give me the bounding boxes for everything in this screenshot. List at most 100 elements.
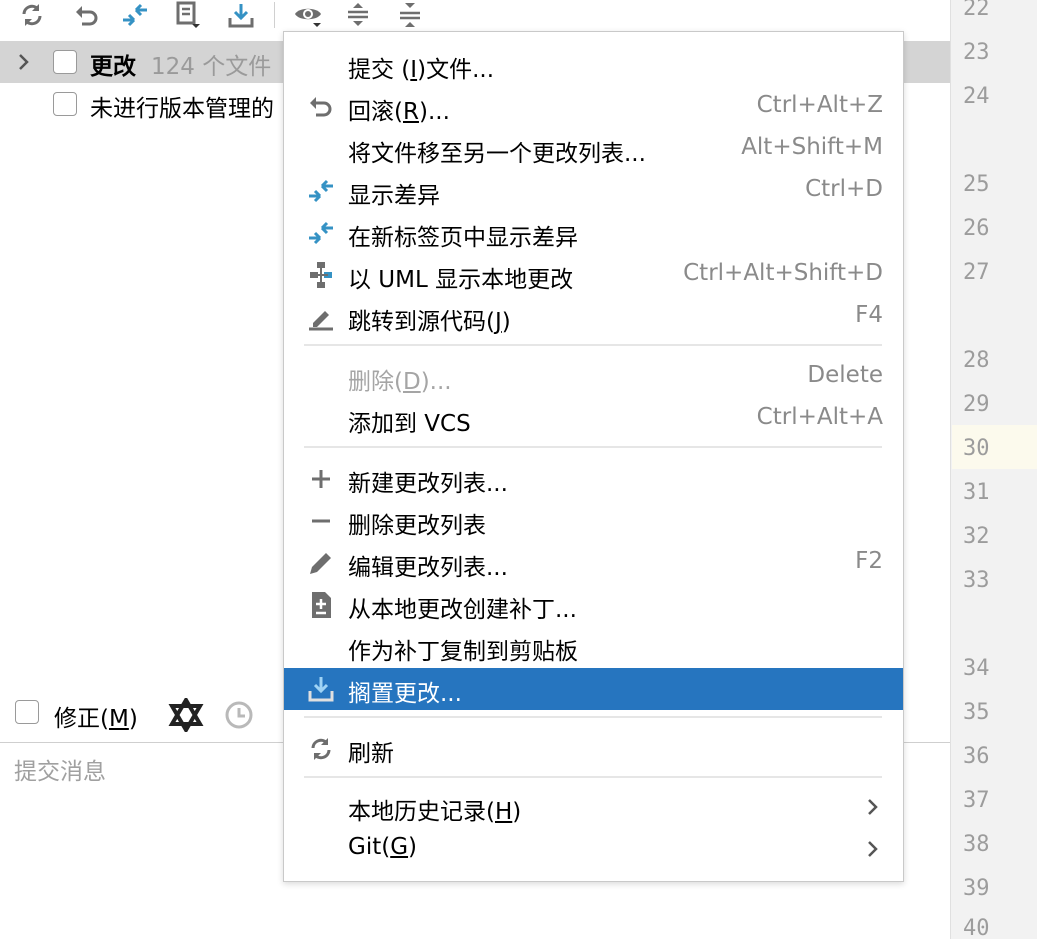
label-suffix: )文件... [417, 57, 494, 83]
label-prefix: 删除( [348, 369, 403, 395]
refresh-icon[interactable] [16, 0, 48, 30]
show-diff-icon[interactable] [119, 0, 151, 30]
menu-item-show-diff[interactable]: 显示差异 Ctrl+D [284, 170, 903, 212]
menu-item-delete[interactable]: 删除(D)... Delete [284, 356, 903, 398]
menu-separator [304, 446, 882, 448]
menu-item-git[interactable]: Git(G) [284, 828, 903, 870]
shelve-icon[interactable] [225, 0, 257, 30]
menu-item-shortcut: Ctrl+Alt+A [756, 404, 883, 430]
menu-item-uml[interactable]: 以 UML 显示本地更改 Ctrl+Alt+Shift+D [284, 254, 903, 296]
menu-separator [304, 344, 882, 346]
submenu-arrow-icon [865, 796, 881, 822]
menu-item-rollback[interactable]: 回滚(R)... Ctrl+Alt+Z [284, 86, 903, 128]
menu-item-label: 跳转到源代码(J) [348, 302, 511, 336]
menu-item-add-to-vcs[interactable]: 添加到 VCS Ctrl+Alt+A [284, 398, 903, 440]
line-number: 39 [963, 876, 990, 901]
line-number: 22 [963, 0, 990, 21]
menu-item-label: 新建更改列表... [348, 471, 508, 497]
label-mnemonic: J [494, 309, 502, 335]
menu-item-create-patch[interactable]: 从本地更改创建补丁... [284, 584, 903, 626]
amend-label[interactable]: 修正(M) [54, 699, 138, 733]
patch-file-icon [306, 590, 336, 620]
menu-item-label: 从本地更改创建补丁... [348, 597, 577, 623]
line-number: 31 [963, 480, 990, 505]
menu-item-label: 本地历史记录(H) [348, 792, 521, 826]
label-suffix: )... [418, 99, 450, 125]
menu-item-delete-changelist[interactable]: 删除更改列表 [284, 500, 903, 542]
line-number: 38 [963, 832, 990, 857]
menu-item-label: 刷新 [348, 741, 394, 767]
amend-label-suffix: ) [128, 706, 138, 732]
menu-item-shortcut: Ctrl+Alt+Z [756, 92, 883, 118]
label-suffix: ) [408, 834, 418, 860]
menu-item-new-changelist[interactable]: 新建更改列表... [284, 458, 903, 500]
unversioned-checkbox[interactable] [53, 92, 77, 116]
line-number: 24 [963, 84, 990, 109]
menu-item-shortcut: Ctrl+D [805, 176, 883, 202]
changelist-icon[interactable] [172, 0, 204, 30]
line-number: 32 [963, 524, 990, 549]
menu-item-label: 搁置更改... [348, 681, 462, 707]
menu-item-label: 添加到 VCS [348, 411, 471, 437]
changelist-name: 更改 [90, 54, 136, 80]
label-suffix: )... [420, 369, 452, 395]
menu-item-local-history[interactable]: 本地历史记录(H) [284, 786, 903, 828]
amend-mnemonic: M [108, 706, 129, 732]
line-number: 30 [963, 436, 990, 461]
plus-icon [306, 464, 336, 494]
line-number: 36 [963, 744, 990, 769]
menu-item-jump-to-source[interactable]: 跳转到源代码(J) F4 [284, 296, 903, 338]
menu-item-label: 删除更改列表 [348, 513, 486, 539]
line-number: 33 [963, 568, 990, 593]
label-prefix: 提交 ( [348, 57, 411, 83]
label-prefix: 跳转到源代码( [348, 309, 495, 335]
label-mnemonic: R [402, 99, 419, 125]
commit-message-input[interactable]: 提交消息 [14, 752, 106, 786]
changelist-checkbox[interactable] [53, 50, 77, 74]
line-number: 28 [963, 348, 990, 373]
menu-item-edit-changelist[interactable]: 编辑更改列表... F2 [284, 542, 903, 584]
menu-item-label: 作为补丁复制到剪贴板 [348, 639, 578, 665]
toolbar-separator [274, 2, 275, 28]
minus-icon [306, 506, 336, 536]
menu-separator [304, 716, 882, 718]
label-prefix: 本地历史记录( [348, 799, 495, 825]
commit-options-icon[interactable] [168, 696, 204, 736]
menu-item-refresh[interactable]: 刷新 [284, 728, 903, 770]
eye-icon[interactable] [292, 0, 324, 30]
submenu-arrow-icon [865, 838, 881, 864]
amend-checkbox[interactable] [15, 700, 39, 724]
rollback-icon [306, 92, 336, 122]
collapse-all-icon[interactable] [394, 0, 426, 30]
editor-gutter: 22 23 24 25 26 27 28 29 30 31 32 33 34 3… [950, 0, 1037, 941]
line-number: 27 [963, 260, 990, 285]
shelve-icon [306, 674, 336, 704]
uml-diagram-icon [306, 260, 336, 290]
line-number: 35 [963, 700, 990, 725]
history-clock-icon[interactable] [224, 700, 254, 734]
line-number: 26 [963, 216, 990, 241]
menu-item-diff-new-tab[interactable]: 在新标签页中显示差异 [284, 212, 903, 254]
menu-item-commit-files[interactable]: 提交 (I)文件... [284, 44, 903, 86]
menu-item-label: 将文件移至另一个更改列表... [348, 141, 646, 167]
menu-item-label: 以 UML 显示本地更改 [348, 267, 574, 293]
menu-item-label: 编辑更改列表... [348, 555, 508, 581]
menu-item-shelve-changes[interactable]: 搁置更改... [284, 668, 903, 710]
menu-item-copy-patch[interactable]: 作为补丁复制到剪贴板 [284, 626, 903, 668]
line-number: 40 [963, 916, 990, 941]
rollback-icon[interactable] [70, 0, 102, 30]
menu-item-shortcut: F2 [855, 548, 883, 574]
label-mnemonic: G [390, 834, 409, 860]
menu-item-label: 回滚(R)... [348, 92, 450, 126]
menu-item-label: 删除(D)... [348, 362, 452, 396]
menu-item-label: 提交 (I)文件... [348, 50, 494, 84]
line-number: 37 [963, 788, 990, 813]
chevron-right-icon[interactable] [15, 51, 33, 77]
label-prefix: 回滚( [348, 99, 403, 125]
label-mnemonic: H [494, 799, 513, 825]
menu-item-label: 显示差异 [348, 183, 440, 209]
menu-item-move-to-changelist[interactable]: 将文件移至另一个更改列表... Alt+Shift+M [284, 128, 903, 170]
expand-all-icon[interactable] [342, 0, 374, 30]
menu-item-shortcut: Alt+Shift+M [741, 134, 883, 160]
menu-item-shortcut: Delete [807, 362, 883, 388]
